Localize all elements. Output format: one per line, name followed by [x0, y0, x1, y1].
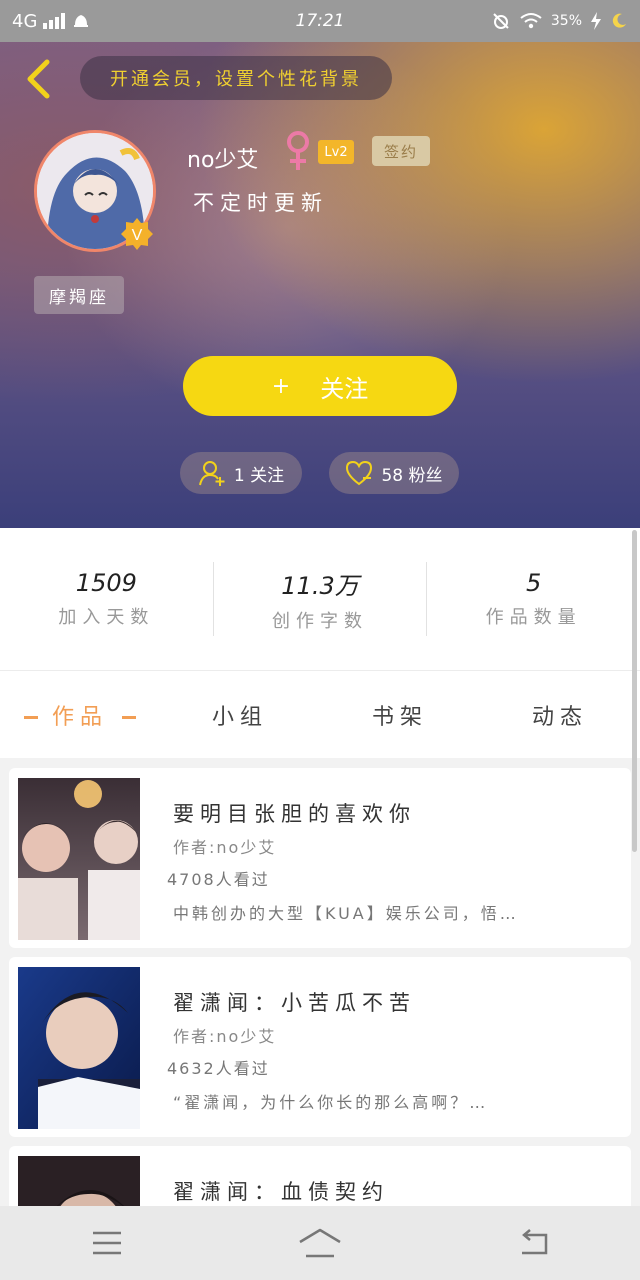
signed-badge: 签约 — [372, 136, 430, 166]
stat-label: 作品数量 — [485, 607, 582, 628]
chevron-left-icon — [27, 59, 50, 99]
stat-works-count: 5 作品数量 — [426, 562, 640, 636]
stat-word-count: 11.3万 创作字数 — [212, 562, 427, 636]
plus-icon: + — [271, 373, 291, 399]
stat-label: 加入天数 — [58, 607, 155, 628]
tab-activity[interactable]: 动态 — [480, 699, 640, 731]
work-card[interactable]: 要明目张胆的喜欢你 作者:no少艾 4708人看过 中韩创办的大型【KUA】娱乐… — [9, 768, 631, 948]
fans-count-button[interactable]: 58 粉丝 — [329, 452, 459, 494]
fans-count-label: 58 粉丝 — [381, 465, 443, 486]
tab-bookshelf[interactable]: 书架 — [320, 699, 480, 731]
status-time: 17:21 — [295, 11, 345, 31]
profile-header: 开通会员，设置个性花背景 V 摩羯座 no少艾 Lv2 签约 不定时更新 + 关… — [0, 42, 640, 528]
work-card[interactable]: 翟潇闻：小苦瓜不苦 作者:no少艾 4632人看过 “翟潇闻，为什么你长的那么高… — [9, 957, 631, 1137]
heart-icon — [346, 460, 373, 486]
following-count-button[interactable]: 1 关注 — [180, 452, 302, 494]
username: no少艾 — [187, 148, 259, 173]
work-cover-image — [18, 1156, 140, 1206]
follow-button-label: 关注 — [320, 374, 369, 403]
work-title: 要明目张胆的喜欢你 — [173, 802, 416, 826]
work-cover-image — [18, 778, 140, 940]
add-user-icon — [198, 461, 225, 486]
work-card[interactable]: 翟潇闻：血债契约 — [9, 1146, 631, 1206]
status-bar: 4G 17:21 35% — [0, 0, 640, 42]
stat-value: 1509 — [75, 569, 137, 597]
tab-groups[interactable]: 小组 — [160, 699, 320, 731]
svg-text:V: V — [132, 227, 143, 244]
stat-value: 5 — [526, 569, 542, 597]
back-nav-button[interactable] — [503, 1218, 563, 1268]
menu-button[interactable] — [77, 1218, 137, 1268]
work-description: 中韩创办的大型【KUA】娱乐公司，悟… — [173, 904, 519, 923]
home-button[interactable] — [290, 1218, 350, 1268]
work-description: “翟潇闻，为什么你长的那么高啊？… — [173, 1093, 489, 1112]
level-badge: Lv2 — [318, 140, 354, 164]
scrollbar[interactable] — [632, 530, 637, 852]
work-cover-image — [18, 967, 140, 1129]
stats-bar: 1509 加入天数 11.3万 创作字数 5 作品数量 — [0, 528, 640, 670]
profile-tabs: 作品 小组 书架 动态 — [0, 670, 640, 758]
following-count-label: 1 关注 — [233, 465, 285, 486]
work-title: 翟潇闻：血债契约 — [173, 1180, 389, 1204]
work-author: 作者:no少艾 — [173, 838, 277, 857]
set-background-banner[interactable]: 开通会员，设置个性花背景 — [80, 56, 392, 100]
follow-button[interactable]: + 关注 — [183, 356, 457, 416]
home-icon — [299, 1228, 341, 1258]
stat-label: 创作字数 — [272, 610, 368, 632]
back-button[interactable] — [18, 56, 58, 102]
back-icon — [522, 1229, 548, 1255]
system-nav-bar — [0, 1206, 640, 1280]
verified-badge-icon: V — [121, 218, 153, 250]
stat-join-days: 1509 加入天数 — [0, 562, 213, 636]
menu-icon — [92, 1231, 121, 1255]
work-title: 翟潇闻：小苦瓜不苦 — [173, 991, 416, 1015]
work-author: 作者:no少艾 — [173, 1027, 277, 1046]
user-bio: 不定时更新 — [193, 191, 328, 215]
work-views: 4708人看过 — [167, 870, 270, 889]
female-icon — [287, 131, 309, 170]
works-list: 要明目张胆的喜欢你 作者:no少艾 4708人看过 中韩创办的大型【KUA】娱乐… — [0, 758, 640, 1206]
stat-value: 11.3万 — [281, 571, 359, 600]
tab-works[interactable]: 作品 — [0, 699, 160, 731]
work-views: 4632人看过 — [167, 1059, 270, 1078]
zodiac-tag: 摩羯座 — [34, 276, 124, 314]
